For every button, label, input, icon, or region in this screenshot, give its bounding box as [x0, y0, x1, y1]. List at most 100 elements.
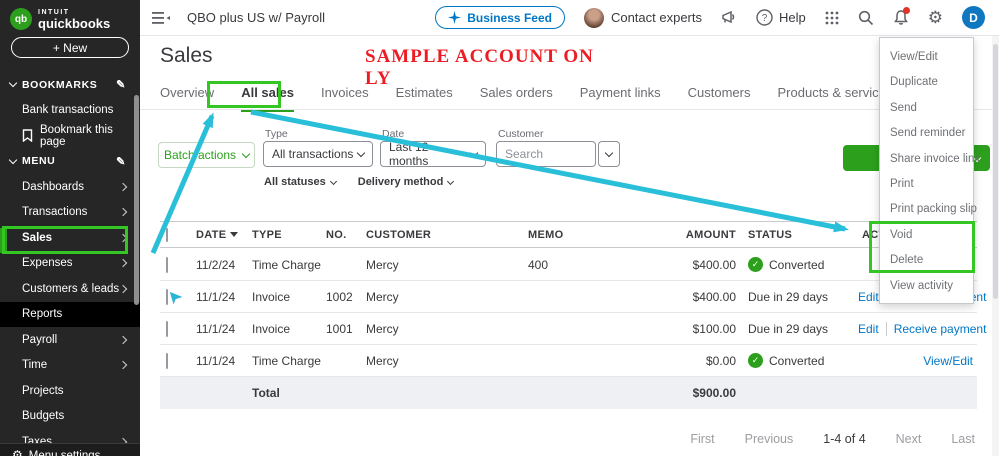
sidebar-item-reports[interactable]: Reports: [0, 301, 140, 327]
sidebar-item-budgets[interactable]: Budgets: [0, 404, 140, 430]
menu-item-share-invoice-link[interactable]: Share invoice link: [880, 147, 980, 172]
sidebar-item-payroll[interactable]: Payroll: [0, 327, 140, 353]
row-checkbox[interactable]: [166, 256, 168, 273]
header-type[interactable]: TYPE: [252, 229, 326, 241]
row-actions-context-menu: View/Edit Duplicate Send Send reminder S…: [879, 37, 980, 304]
divider: [885, 321, 887, 336]
search-icon[interactable]: [858, 10, 874, 26]
type-filter-label: Type: [265, 128, 288, 140]
content-scrollbar-thumb[interactable]: [993, 44, 998, 299]
notifications-bell-icon[interactable]: [893, 7, 910, 26]
sidebar-item-bank-transactions[interactable]: Bank transactions: [0, 98, 140, 124]
menu-item-view-activity[interactable]: View activity: [880, 274, 973, 299]
menu-item-view-edit[interactable]: View/Edit: [880, 45, 973, 70]
content-scrollbar-track[interactable]: [992, 36, 999, 456]
menu-item-print[interactable]: Print: [880, 172, 973, 197]
edit-pencil-icon[interactable]: ✎: [116, 155, 126, 168]
customer-search-input[interactable]: [496, 141, 596, 167]
all-statuses-filter[interactable]: All statuses: [264, 176, 337, 188]
menu-item-delete[interactable]: Delete: [880, 248, 973, 273]
pagination-next[interactable]: Next: [896, 432, 922, 446]
date-filter-label: Date: [382, 128, 405, 140]
sidebar-item-time[interactable]: Time: [0, 353, 140, 379]
chevron-down-icon: [447, 177, 455, 185]
row-checkbox[interactable]: [166, 288, 168, 305]
menu-section-header[interactable]: MENU ✎: [0, 149, 140, 175]
header-status[interactable]: STATUS: [738, 229, 858, 241]
receive-payment-link[interactable]: Receive payment: [894, 322, 987, 336]
table-row[interactable]: 11/1/24 Invoice 1001 Mercy $100.00 Due i…: [160, 313, 995, 345]
chevron-down-icon: [241, 149, 251, 158]
quickbooks-app: qb INTUIT quickbooks + New BOOKMARKS ✎ B…: [0, 0, 999, 456]
edit-pencil-icon[interactable]: ✎: [116, 78, 126, 91]
tab-customers[interactable]: Customers: [688, 85, 751, 112]
settings-gear-icon[interactable]: ⚙: [928, 9, 943, 26]
selected-item-indicator: [0, 228, 7, 253]
table-row[interactable]: 11/1/24 Invoice 1002 Mercy $400.00 Due i…: [160, 281, 995, 313]
chevron-right-icon: [118, 182, 128, 191]
tab-products-services[interactable]: Products & services: [778, 85, 893, 112]
bookmark-icon: [22, 129, 33, 143]
chevron-down-icon: [8, 79, 18, 88]
menu-item-duplicate[interactable]: Duplicate: [880, 70, 973, 95]
menu-item-print-packing-slip[interactable]: Print packing slip: [880, 197, 977, 222]
sidebar-item-bookmark-this-page[interactable]: Bookmark this page: [0, 123, 140, 149]
table-row[interactable]: 11/1/24 Time Charge Mercy $0.00 ✓ Conver…: [160, 345, 977, 377]
row-checkbox[interactable]: [166, 352, 168, 369]
header-amount[interactable]: AMOUNT: [650, 229, 738, 241]
sidebar-item-projects[interactable]: Projects: [0, 378, 140, 404]
edit-link[interactable]: Edit: [858, 290, 879, 304]
sales-table: DATE TYPE NO. CUSTOMER MEMO AMOUNT STATU…: [160, 221, 995, 409]
date-filter-select[interactable]: Last 12 months: [380, 140, 486, 168]
sidebar-item-customers-leads[interactable]: Customers & leads: [0, 276, 140, 302]
header-no[interactable]: NO.: [326, 229, 366, 241]
view-edit-link[interactable]: View/Edit: [923, 354, 973, 368]
batch-actions-button[interactable]: Batch actions: [158, 142, 255, 168]
sidebar-item-transactions[interactable]: Transactions: [0, 200, 140, 226]
bookmarks-section-header[interactable]: BOOKMARKS ✎: [0, 72, 140, 98]
row-checkbox[interactable]: [166, 320, 168, 337]
select-all-checkbox[interactable]: [166, 227, 168, 242]
new-button[interactable]: + New: [11, 37, 129, 58]
pagination-first[interactable]: First: [690, 432, 714, 446]
header-memo[interactable]: MEMO: [528, 229, 650, 241]
tab-all-sales[interactable]: All sales: [241, 85, 294, 112]
pagination-previous[interactable]: Previous: [745, 432, 794, 446]
chevron-down-icon: [8, 155, 18, 164]
tab-overview[interactable]: Overview: [160, 85, 214, 112]
sidebar-item-dashboards[interactable]: Dashboards: [0, 174, 140, 200]
quickbooks-logo[interactable]: qb INTUIT quickbooks: [0, 0, 140, 32]
type-filter-select[interactable]: All transactions: [263, 141, 373, 167]
edit-link[interactable]: Edit: [858, 322, 879, 336]
sidebar-item-sales[interactable]: Sales: [0, 225, 140, 251]
contact-experts[interactable]: Contact experts: [583, 7, 702, 28]
sidebar-item-expenses[interactable]: Expenses: [0, 251, 140, 277]
tab-invoices[interactable]: Invoices: [321, 85, 369, 112]
company-name[interactable]: QBO plus US w/ Payroll: [187, 10, 325, 25]
chevron-down-icon: [329, 177, 337, 185]
header-customer[interactable]: CUSTOMER: [366, 229, 528, 241]
menu-item-void[interactable]: Void: [880, 223, 973, 248]
menu-settings[interactable]: ⚙ Menu settings: [0, 443, 140, 456]
help-menu[interactable]: ? Help: [756, 9, 806, 26]
menu-item-send-reminder[interactable]: Send reminder: [880, 121, 973, 146]
chevron-down-icon: [356, 148, 366, 157]
menu-item-send[interactable]: Send: [880, 96, 973, 121]
qb-logo-icon: qb: [10, 8, 32, 30]
chevron-right-icon: [118, 233, 128, 242]
page-title: Sales: [160, 44, 213, 67]
pagination-range: 1-4 of 4: [823, 432, 866, 446]
header-date[interactable]: DATE: [196, 229, 252, 241]
sidebar-scrollbar[interactable]: [134, 95, 139, 305]
chevron-down-icon: [469, 148, 479, 157]
pagination-last[interactable]: Last: [951, 432, 975, 446]
customer-dropdown-button[interactable]: [598, 141, 620, 167]
chevron-right-icon: [118, 284, 128, 293]
delivery-method-filter[interactable]: Delivery method: [358, 176, 455, 188]
collapse-sidebar-icon[interactable]: [152, 11, 171, 25]
app-grid-icon[interactable]: [825, 11, 839, 25]
business-feed-button[interactable]: Business Feed: [435, 6, 565, 29]
table-row[interactable]: 11/2/24 Time Charge Mercy 400 $400.00 ✓ …: [160, 249, 977, 281]
user-avatar[interactable]: D: [962, 6, 985, 29]
megaphone-icon[interactable]: [721, 10, 737, 25]
